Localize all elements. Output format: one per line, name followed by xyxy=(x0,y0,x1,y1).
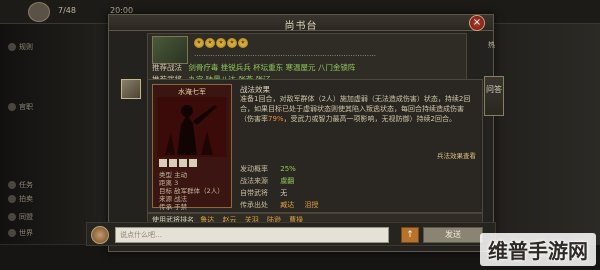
player-avatar[interactable] xyxy=(28,2,50,22)
warrior-silhouette-icon xyxy=(157,97,227,157)
type-icon xyxy=(179,159,187,167)
menu-icon xyxy=(8,213,16,221)
skill-info-line: 目标 敌军群体（2人） xyxy=(159,187,224,195)
skill-info-line: 来源 战法 xyxy=(159,195,188,203)
menu-icon xyxy=(8,43,16,51)
menu-icon xyxy=(8,103,16,111)
site-watermark: 维普手游网 xyxy=(480,233,596,266)
own-general-row: 自带武将 无 xyxy=(240,188,287,198)
strategy-dialog: 尚书台 × ★ ★ ★ ★ ★ ………………………………………………………………… xyxy=(108,14,494,252)
side-menu-item[interactable]: 同盟 xyxy=(8,210,68,224)
chat-bar: 说点什么吧… ↑ 发送 xyxy=(86,222,496,246)
dialog-title-bar: 尚书台 × xyxy=(109,15,493,32)
trigger-rate-value: 25% xyxy=(280,165,296,173)
right-panel-background xyxy=(490,24,600,244)
inherit-label: 传承出处 xyxy=(240,201,268,209)
star-icon: ★ xyxy=(238,38,248,48)
hot-label: 热 xyxy=(488,41,495,49)
star-icon: ★ xyxy=(205,38,215,48)
own-general-label: 自带武将 xyxy=(240,189,268,197)
trigger-rate-row: 发动概率 25% xyxy=(240,164,296,174)
general-avatar[interactable] xyxy=(121,79,141,99)
inherit-row: 传承出处 臧达 沮授 xyxy=(240,200,326,210)
star-icon: ★ xyxy=(216,38,226,48)
own-general-value: 无 xyxy=(280,189,288,197)
side-menu-item[interactable]: 世界 xyxy=(8,226,68,240)
menu-icon xyxy=(8,195,16,203)
skill-info-line: 距离 3 xyxy=(159,179,179,187)
qa-tab[interactable]: 问答 xyxy=(484,76,504,116)
skill-artwork xyxy=(157,97,227,157)
skill-card-title: 水淹七军 xyxy=(178,88,206,96)
skill-type-icons xyxy=(159,159,197,167)
recommend-strategies-row: 推荐战法 剑骨疗毒 挫锐兵兵 杯坛重东 寒温屋元 八门金锁阵 xyxy=(152,62,355,73)
source-label: 战法来源 xyxy=(240,177,268,185)
inherit-general-link[interactable]: 沮授 xyxy=(304,201,318,209)
menu-icon xyxy=(8,181,16,189)
recommend-strategies-value[interactable]: 剑骨疗毒 挫锐兵兵 杯坛重东 寒温屋元 八门金锁阵 xyxy=(188,63,355,72)
chat-input[interactable]: 说点什么吧… xyxy=(115,227,389,243)
damage-rate: 79% xyxy=(268,115,284,123)
skill-info-line: 类型 主动 xyxy=(159,171,188,179)
resource-readout: 7/48 xyxy=(58,6,76,15)
skill-detail-panel: 水淹七军 类型 主动 距离 3 目标 敌军群体（2人） 来源 战法 传承 于禁 … xyxy=(147,79,483,213)
effect-description: 准备1回合，对敌军群体（2人）施加虚弱（无法造成伤害）状态，持续2回合，如果目标… xyxy=(240,95,471,123)
skill-thumbnail[interactable] xyxy=(152,36,188,64)
recommend-note: …………………………………………………………………… xyxy=(194,50,376,58)
skill-card: 水淹七军 类型 主动 距离 3 目标 敌军群体（2人） 来源 战法 传承 于禁 xyxy=(152,84,232,211)
trigger-rate-label: 发动概率 xyxy=(240,165,268,173)
side-menu-item[interactable]: 任务 xyxy=(8,178,68,192)
chat-avatar[interactable] xyxy=(91,226,109,244)
expand-button[interactable]: ↑ xyxy=(401,227,419,243)
skill-info: 类型 主动 距离 3 目标 敌军群体（2人） 来源 战法 传承 于禁 xyxy=(159,171,224,211)
type-icon xyxy=(189,159,197,167)
menu-icon xyxy=(8,229,16,237)
source-row: 战法来源 虞翻 xyxy=(240,176,294,186)
effect-details-link[interactable]: 兵法效果查看 xyxy=(437,150,476,160)
type-icon xyxy=(159,159,167,167)
star-icon: ★ xyxy=(194,38,204,48)
side-menu-item[interactable]: 规则 xyxy=(8,40,68,54)
rating-stars: ★ ★ ★ ★ ★ xyxy=(194,38,248,48)
send-button[interactable]: 发送 xyxy=(423,227,483,243)
close-button[interactable]: × xyxy=(469,15,485,31)
star-icon: ★ xyxy=(227,38,237,48)
side-menu-item[interactable]: 官职 xyxy=(8,100,68,114)
inherit-general-link[interactable]: 臧达 xyxy=(280,201,294,209)
type-icon xyxy=(169,159,177,167)
dialog-title: 尚书台 xyxy=(284,21,318,32)
source-value[interactable]: 虞翻 xyxy=(280,177,294,185)
skill-info-line: 传承 于禁 xyxy=(159,203,188,211)
recommend-strategies-label: 推荐战法 xyxy=(152,63,182,72)
side-menu-item[interactable]: 拍卖 xyxy=(8,192,68,206)
